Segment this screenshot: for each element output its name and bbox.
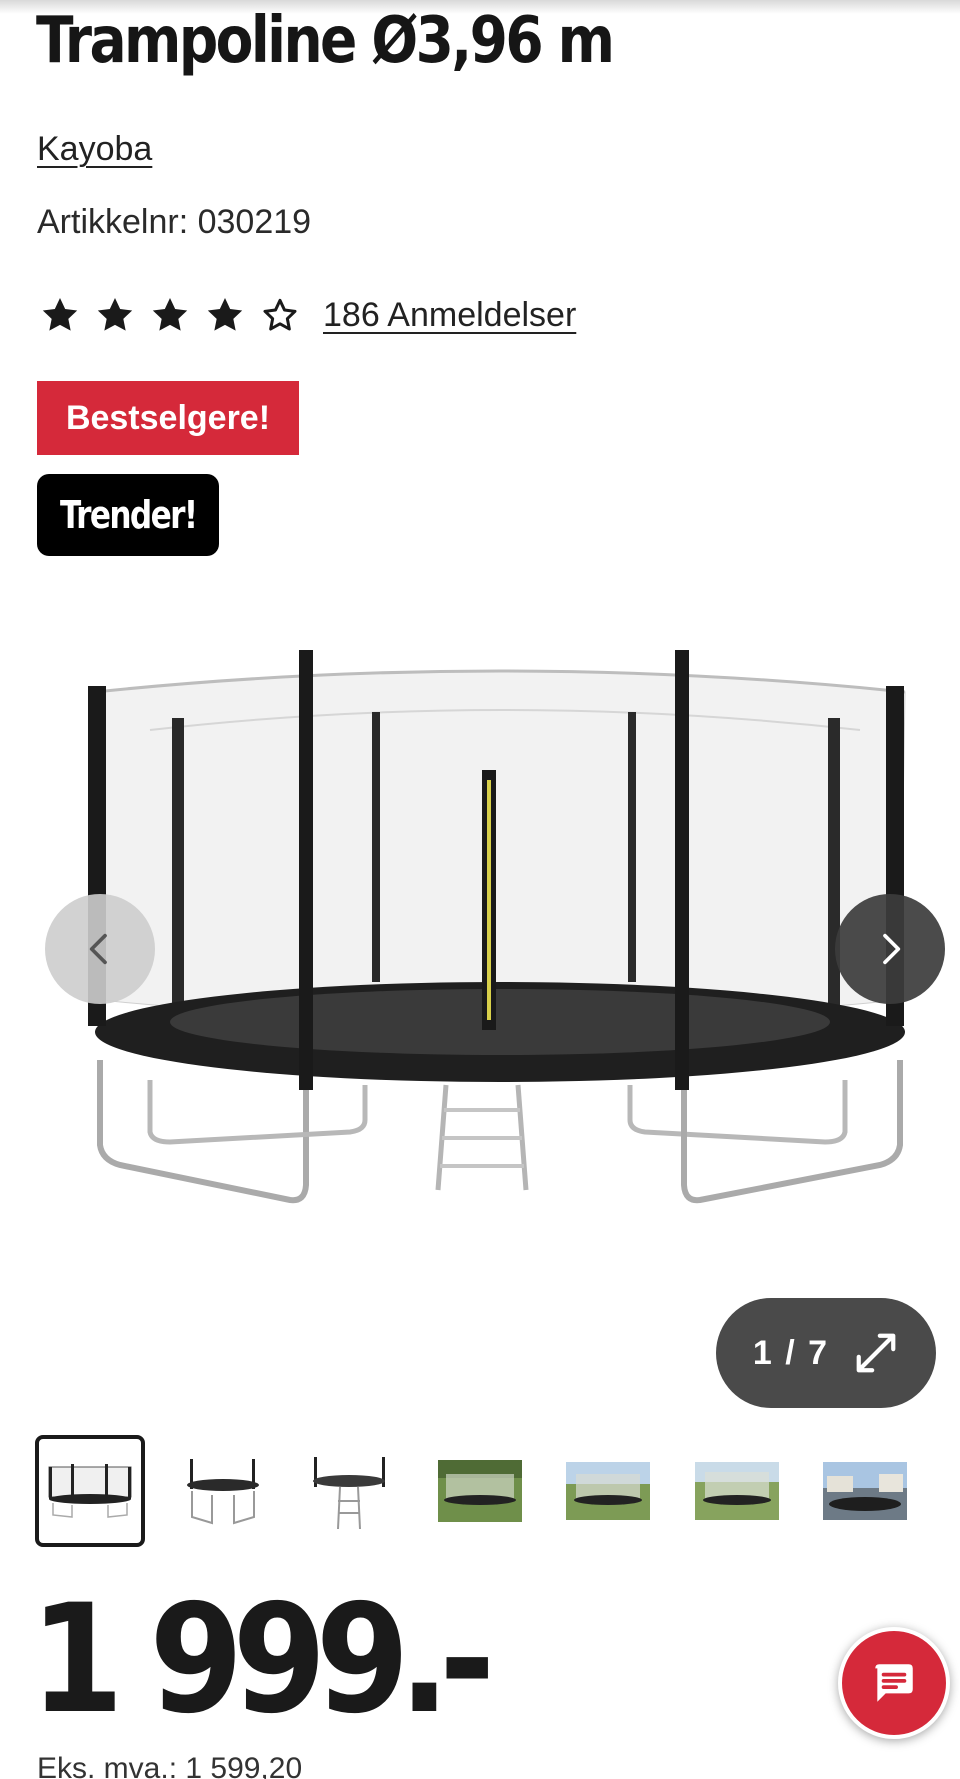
article-number: Artikkelnr: 030219 (37, 203, 312, 241)
thumbnail-item[interactable] (553, 1435, 663, 1547)
thumbnail-image (566, 1462, 650, 1520)
thumbnail-item[interactable] (166, 1435, 276, 1547)
chevron-left-icon (89, 933, 107, 965)
thumbnail-image (438, 1460, 522, 1522)
bestseller-badge: Bestselgere! (37, 381, 299, 455)
thumbnail-item[interactable] (294, 1435, 404, 1547)
chevron-right-icon (883, 933, 901, 965)
thumbnail-strip (0, 1435, 960, 1550)
thumbnail-image (823, 1462, 907, 1520)
thumbnail-image (313, 1457, 385, 1530)
gallery-prev-button[interactable] (45, 894, 155, 1004)
price-ex-vat: Eks. mva.: 1 599,20 (37, 1752, 303, 1779)
star-filled-icon (42, 298, 78, 331)
reviews-link[interactable]: 186 Anmeldelser (323, 296, 576, 335)
brand-link[interactable]: Kayoba (37, 130, 152, 169)
star-filled-icon (97, 298, 133, 331)
trending-badge: Trender! (37, 474, 219, 556)
thumbnail-item[interactable] (35, 1435, 145, 1547)
gallery-counter: 1 / 7 (752, 1333, 830, 1372)
product-title: Trampoline Ø3,96 m (36, 4, 615, 78)
product-image[interactable] (80, 640, 920, 1280)
thumbnail-image (48, 1464, 132, 1518)
thumbnail-image (187, 1459, 259, 1525)
gallery-counter-expand-button[interactable]: 1 / 7 (716, 1298, 936, 1408)
expand-icon (856, 1333, 896, 1373)
rating-row: 186 Anmeldelser (40, 292, 576, 338)
chat-button[interactable] (838, 1627, 950, 1739)
thumbnail-item[interactable] (682, 1435, 792, 1547)
chat-icon (875, 1664, 913, 1702)
product-gallery: 1 / 7 (0, 600, 960, 1420)
product-price: 1 999.- (30, 1573, 495, 1747)
thumbnail-item[interactable] (425, 1435, 535, 1547)
gallery-next-button[interactable] (835, 894, 945, 1004)
star-empty-icon (263, 298, 297, 331)
star-filled-icon (207, 298, 243, 331)
star-filled-icon (152, 298, 188, 331)
thumbnail-item[interactable] (810, 1435, 920, 1547)
trending-badge-label: Trender! (59, 493, 198, 537)
thumbnail-image (695, 1462, 779, 1520)
